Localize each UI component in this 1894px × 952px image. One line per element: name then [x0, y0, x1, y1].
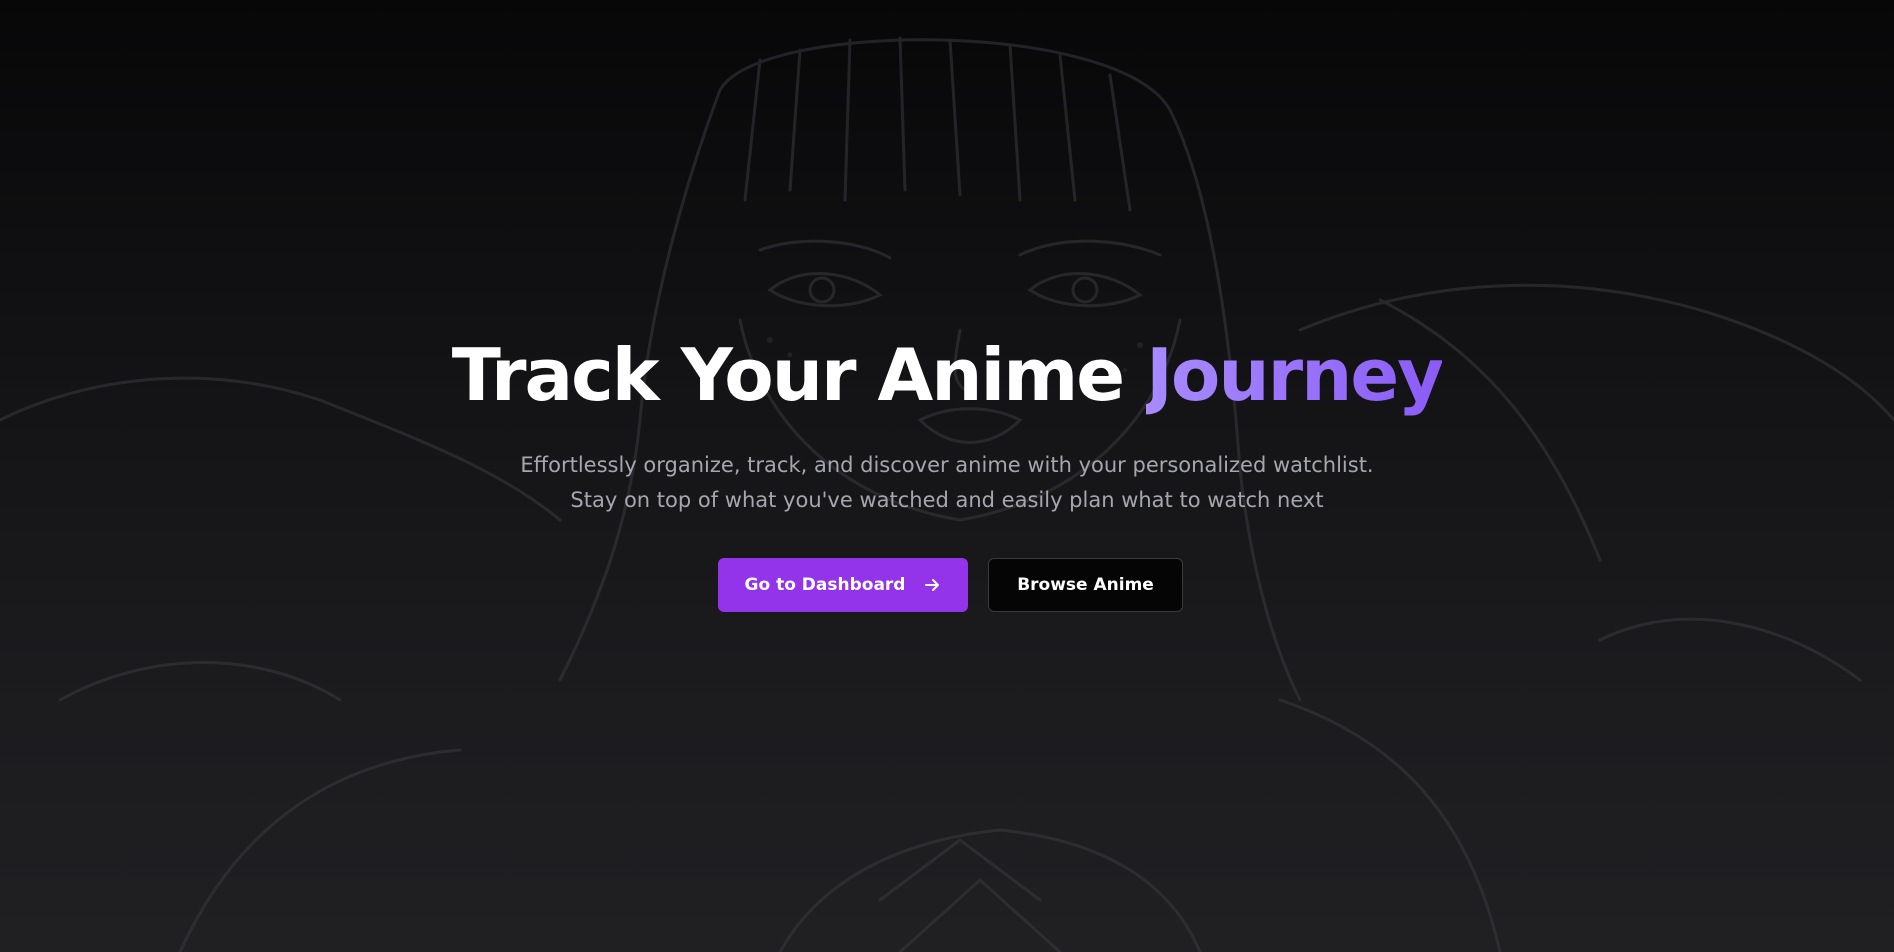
browse-anime-label: Browse Anime	[1017, 575, 1154, 595]
go-to-dashboard-button[interactable]: Go to Dashboard	[718, 558, 968, 612]
hero-content: Track Your Anime Journey Effortlessly or…	[0, 0, 1894, 952]
hero-title-main: Track Your Anime	[451, 333, 1147, 417]
hero-title: Track Your Anime Journey	[0, 330, 1894, 420]
hero-subtitle: Effortlessly organize, track, and discov…	[520, 453, 1374, 512]
hero-title-accent: Journey	[1146, 333, 1444, 417]
browse-anime-button[interactable]: Browse Anime	[988, 558, 1183, 612]
hero-section: Track Your Anime Journey Effortlessly or…	[0, 0, 1894, 952]
arrow-right-icon	[923, 576, 941, 594]
go-to-dashboard-label: Go to Dashboard	[744, 575, 906, 595]
